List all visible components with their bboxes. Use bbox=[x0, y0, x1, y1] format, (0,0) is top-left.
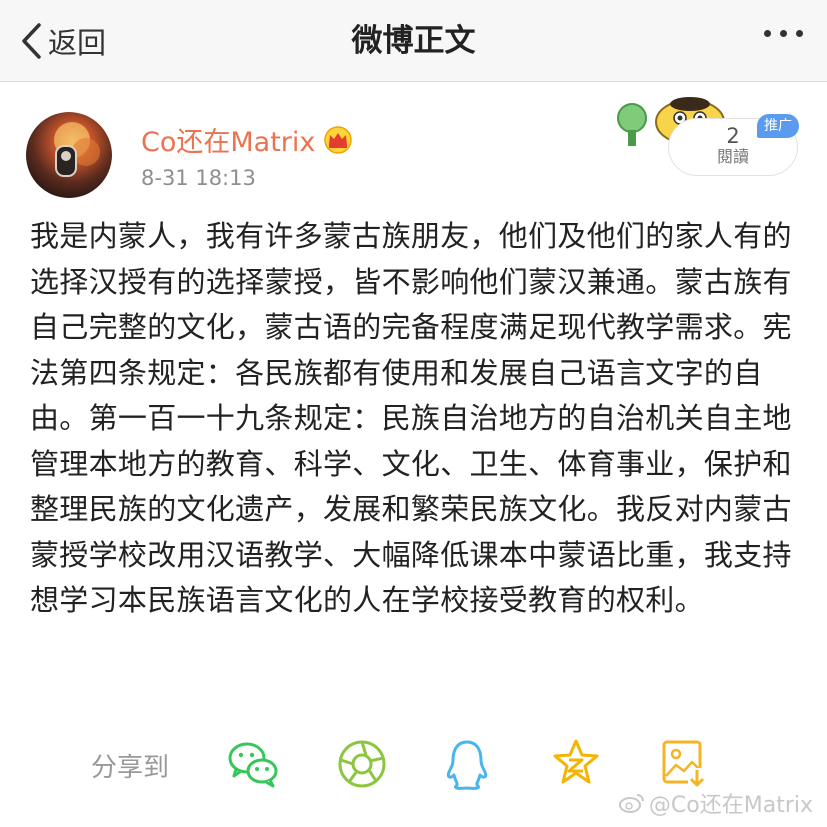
post-timestamp: 8-31 18:13 bbox=[141, 166, 256, 190]
nav-bar: 返回 微博正文 bbox=[0, 0, 827, 82]
username-link[interactable]: Co还在Matrix bbox=[141, 120, 353, 159]
crown-icon bbox=[324, 125, 353, 154]
more-dots-icon[interactable] bbox=[764, 30, 803, 37]
post-text: 我是内蒙人，我有许多蒙古族朋友，他们及他们的家人有的选择汉授有的选择蒙授，皆不影… bbox=[30, 219, 792, 617]
page-title: 微博正文 bbox=[351, 23, 476, 59]
qzone-icon[interactable] bbox=[552, 738, 600, 786]
weibo-logo-icon bbox=[618, 794, 644, 813]
promote-button[interactable]: 推广 bbox=[757, 114, 799, 138]
moments-icon[interactable] bbox=[336, 738, 388, 790]
watermark: @Co还在Matrix bbox=[618, 787, 813, 819]
qq-icon[interactable] bbox=[444, 738, 490, 792]
share-label: 分享到 bbox=[91, 753, 170, 783]
wechat-icon[interactable] bbox=[226, 738, 280, 790]
avatar[interactable] bbox=[26, 112, 112, 198]
save-image-icon[interactable] bbox=[660, 738, 708, 790]
read-label: 閱讀 bbox=[716, 147, 749, 166]
watermark-text: @Co还在Matrix bbox=[648, 793, 813, 818]
username: Co还在Matrix bbox=[141, 127, 316, 158]
